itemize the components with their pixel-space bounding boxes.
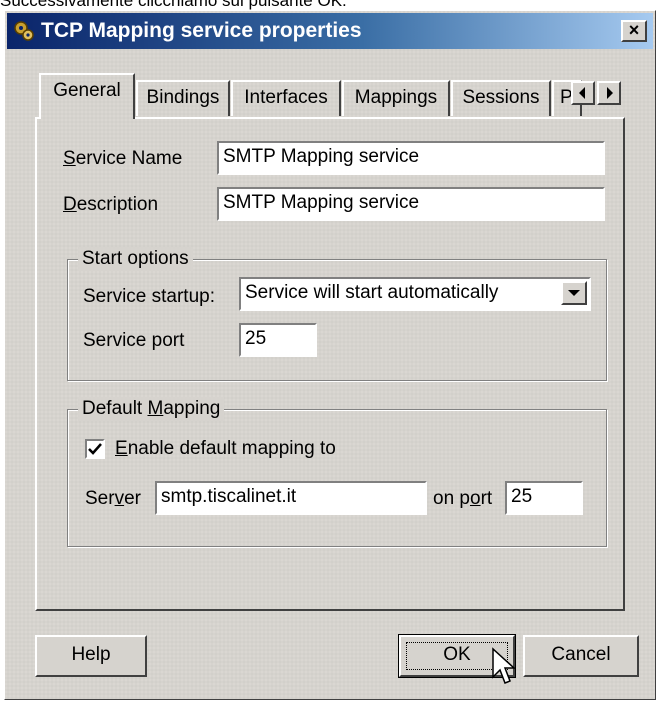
service-name-input[interactable]: SMTP Mapping service <box>217 141 605 175</box>
default-mapping-group: Default Mapping <box>67 397 607 547</box>
tab-mappings[interactable]: Mappings <box>342 80 450 116</box>
server-input[interactable]: smtp.tiscalinet.it <box>155 481 427 515</box>
gears-icon <box>14 21 34 41</box>
service-startup-label: Service startup: <box>83 286 215 307</box>
tab-interfaces[interactable]: Interfaces <box>231 80 341 116</box>
tab-scroll-left-button[interactable] <box>571 81 595 105</box>
tab-general[interactable]: General <box>39 73 135 119</box>
checkmark-icon <box>88 443 102 455</box>
server-label: Server <box>85 488 141 509</box>
mouse-cursor-icon <box>492 647 516 684</box>
service-port-label: Service port <box>83 330 185 351</box>
help-button[interactable]: Help <box>35 635 147 677</box>
mapping-port-input[interactable]: 25 <box>505 481 583 515</box>
service-name-label: Service Name <box>63 148 183 169</box>
close-button[interactable]: × <box>621 20 647 42</box>
service-port-input[interactable]: 25 <box>239 323 317 357</box>
cancel-button[interactable]: Cancel <box>523 635 639 677</box>
enable-default-mapping-label: Enable default mapping to <box>115 438 336 459</box>
service-startup-value: Service will start automatically <box>245 282 499 303</box>
window-title: TCP Mapping service properties <box>41 19 362 42</box>
mapping-port-label: on port <box>433 488 493 509</box>
tab-sessions[interactable]: Sessions <box>451 80 551 116</box>
dropdown-arrow-button[interactable] <box>561 281 587 305</box>
start-options-title: Start options <box>78 247 193 271</box>
title-bar: TCP Mapping service properties × <box>7 13 653 49</box>
chevron-down-icon <box>568 290 580 296</box>
arrow-right-icon <box>607 87 613 99</box>
tab-scroll-right-button[interactable] <box>597 81 621 105</box>
service-startup-select[interactable]: Service will start automatically <box>239 277 591 311</box>
description-input[interactable]: SMTP Mapping service <box>217 187 605 221</box>
close-icon: × <box>628 20 640 40</box>
tab-bindings[interactable]: Bindings <box>136 80 230 116</box>
enable-default-mapping-checkbox[interactable] <box>85 439 105 459</box>
properties-dialog: TCP Mapping service properties × General… <box>4 10 656 700</box>
default-mapping-title: Default Mapping <box>78 397 225 421</box>
description-label: Description <box>63 194 159 215</box>
arrow-left-icon <box>579 87 585 99</box>
